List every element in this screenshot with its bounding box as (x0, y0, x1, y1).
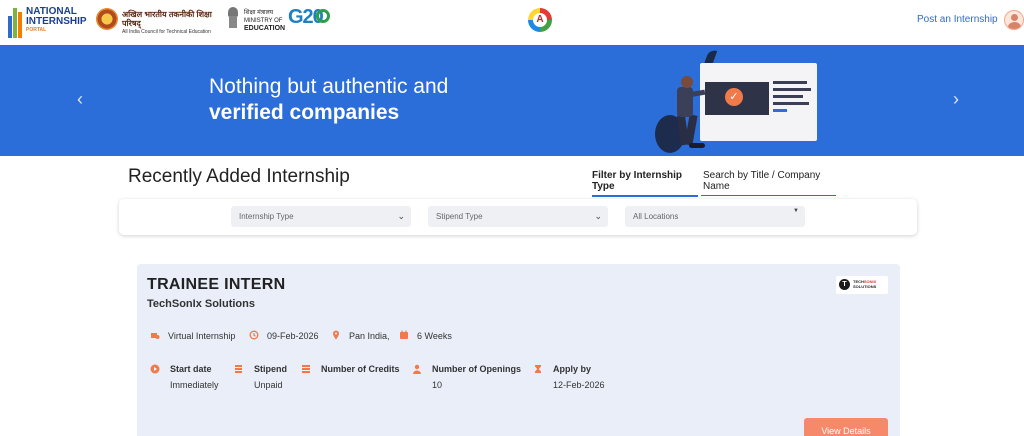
company-logo-mark: T (839, 279, 850, 290)
aicte-seal-icon (96, 8, 118, 30)
section-title: Recently Added Internship (128, 166, 350, 187)
meta-location: Pan India, (331, 330, 390, 342)
g20-globe-icon (316, 9, 330, 23)
company-logo-text: TECHSONIX SOLUTIONS (853, 279, 876, 289)
play-circle-icon (150, 364, 160, 374)
banner-headline-line2: verified companies (209, 101, 400, 124)
chevron-down-icon: ⌄ (594, 211, 602, 221)
nip-logo-line2: INTERNSHIP (26, 16, 87, 27)
hourglass-icon (533, 364, 543, 374)
hero-banner-carousel: ‹ Nothing but authentic and verified com… (0, 45, 1024, 156)
aicte-logo-text: अखिल भारतीय तकनीकी शिक्षा परिषद् All Ind… (122, 10, 216, 37)
apply-by-value: 12-Feb-2026 (553, 380, 605, 390)
view-details-button[interactable]: View Details (804, 418, 888, 436)
center-emblem-icon: A (528, 8, 552, 32)
checkmark-icon: ✓ (725, 88, 743, 106)
ministry-of-education-logo[interactable]: शिक्षा मंत्रालय MINISTRY OF EDUCATION (224, 5, 285, 37)
map-pin-icon (331, 330, 341, 340)
cash-icon (234, 364, 244, 374)
internship-mode-text: Virtual Internship (168, 331, 236, 341)
posted-date-text: 09-Feb-2026 (267, 331, 319, 341)
start-date-label: Start date (170, 364, 212, 374)
location-text: Pan India, (349, 331, 390, 341)
moe-hindi-name: शिक्षा मंत्रालय (244, 10, 274, 16)
stack-icon (301, 364, 311, 374)
national-emblem-icon (226, 7, 240, 29)
meta-posted-date: 09-Feb-2026 (249, 330, 319, 342)
internship-card[interactable]: TRAINEE INTERN TechSonIx Solutions T TEC… (137, 264, 900, 436)
national-internship-portal-logo[interactable]: NATIONAL INTERNSHIP PORTAL (8, 4, 88, 42)
internship-type-select[interactable]: Internship Type ⌄ (231, 206, 411, 227)
location-select[interactable]: All Locations ▼ (625, 206, 805, 227)
internship-type-select-value: Internship Type (239, 212, 294, 221)
tab-filter-by-internship-type[interactable]: Filter by Internship Type (592, 170, 698, 197)
history-clock-icon (249, 330, 259, 340)
stipend-type-select-value: Stipend Type (436, 212, 483, 221)
person-icon (412, 364, 422, 374)
g20-logo[interactable]: G20 (288, 5, 338, 37)
start-date-value: Immediately (170, 380, 219, 390)
stipend-type-select[interactable]: Stipend Type ⌄ (428, 206, 608, 227)
top-header: NATIONAL INTERNSHIP PORTAL अखिल भारतीय त… (0, 0, 1024, 45)
verified-company-illustration: ✓ (645, 45, 825, 156)
nip-logo-line3: PORTAL (26, 27, 47, 33)
carousel-prev-arrow-icon[interactable]: ‹ (72, 89, 88, 110)
duration-text: 6 Weeks (417, 331, 452, 341)
virtual-desk-icon (150, 330, 160, 340)
aicte-logo[interactable]: अखिल भारतीय तकनीकी शिक्षा परिषद् All Ind… (96, 8, 216, 37)
company-name: TechSonIx Solutions (147, 298, 255, 310)
aicte-hindi-name: अखिल भारतीय तकनीकी शिक्षा परिषद् (122, 10, 212, 28)
nip-logo-text: NATIONAL INTERNSHIP PORTAL (26, 7, 87, 34)
carousel-next-arrow-icon[interactable]: › (948, 89, 964, 110)
stipend-label: Stipend (254, 364, 287, 374)
user-avatar-icon[interactable] (1004, 10, 1024, 30)
banner-headline-line1: Nothing but authentic and (209, 75, 449, 98)
meta-duration: 6 Weeks (399, 330, 452, 342)
location-select-value: All Locations (633, 212, 679, 221)
caret-down-icon: ▼ (793, 208, 799, 214)
meta-internship-mode: Virtual Internship (150, 330, 235, 342)
post-internship-link[interactable]: Post an Internship (917, 14, 998, 25)
stipend-value: Unpaid (254, 380, 283, 390)
nip-logo-mark-icon (8, 8, 24, 38)
tab-search-by-title-company[interactable]: Search by Title / Company Name (701, 170, 836, 196)
company-logo-text-c: SOLUTIONS (853, 284, 877, 289)
chevron-down-icon: ⌄ (397, 211, 405, 221)
aicte-english-name: All India Council for Technical Educatio… (122, 29, 211, 35)
openings-label: Number of Openings (432, 364, 522, 374)
apply-by-label: Apply by (553, 364, 592, 374)
moe-line1: MINISTRY OF (244, 18, 283, 24)
credits-label: Number of Credits (321, 364, 400, 374)
openings-value: 10 (432, 380, 443, 390)
moe-logo-text: शिक्षा मंत्रालय MINISTRY OF EDUCATION (244, 9, 285, 33)
center-emblem-logo[interactable]: A (528, 8, 552, 32)
moe-line2: EDUCATION (244, 25, 286, 32)
calendar-icon (399, 330, 409, 340)
internship-title: TRAINEE INTERN (147, 276, 286, 293)
filter-bar: Internship Type ⌄ Stipend Type ⌄ All Loc… (119, 199, 917, 235)
company-logo: T TECHSONIX SOLUTIONS (836, 276, 888, 294)
